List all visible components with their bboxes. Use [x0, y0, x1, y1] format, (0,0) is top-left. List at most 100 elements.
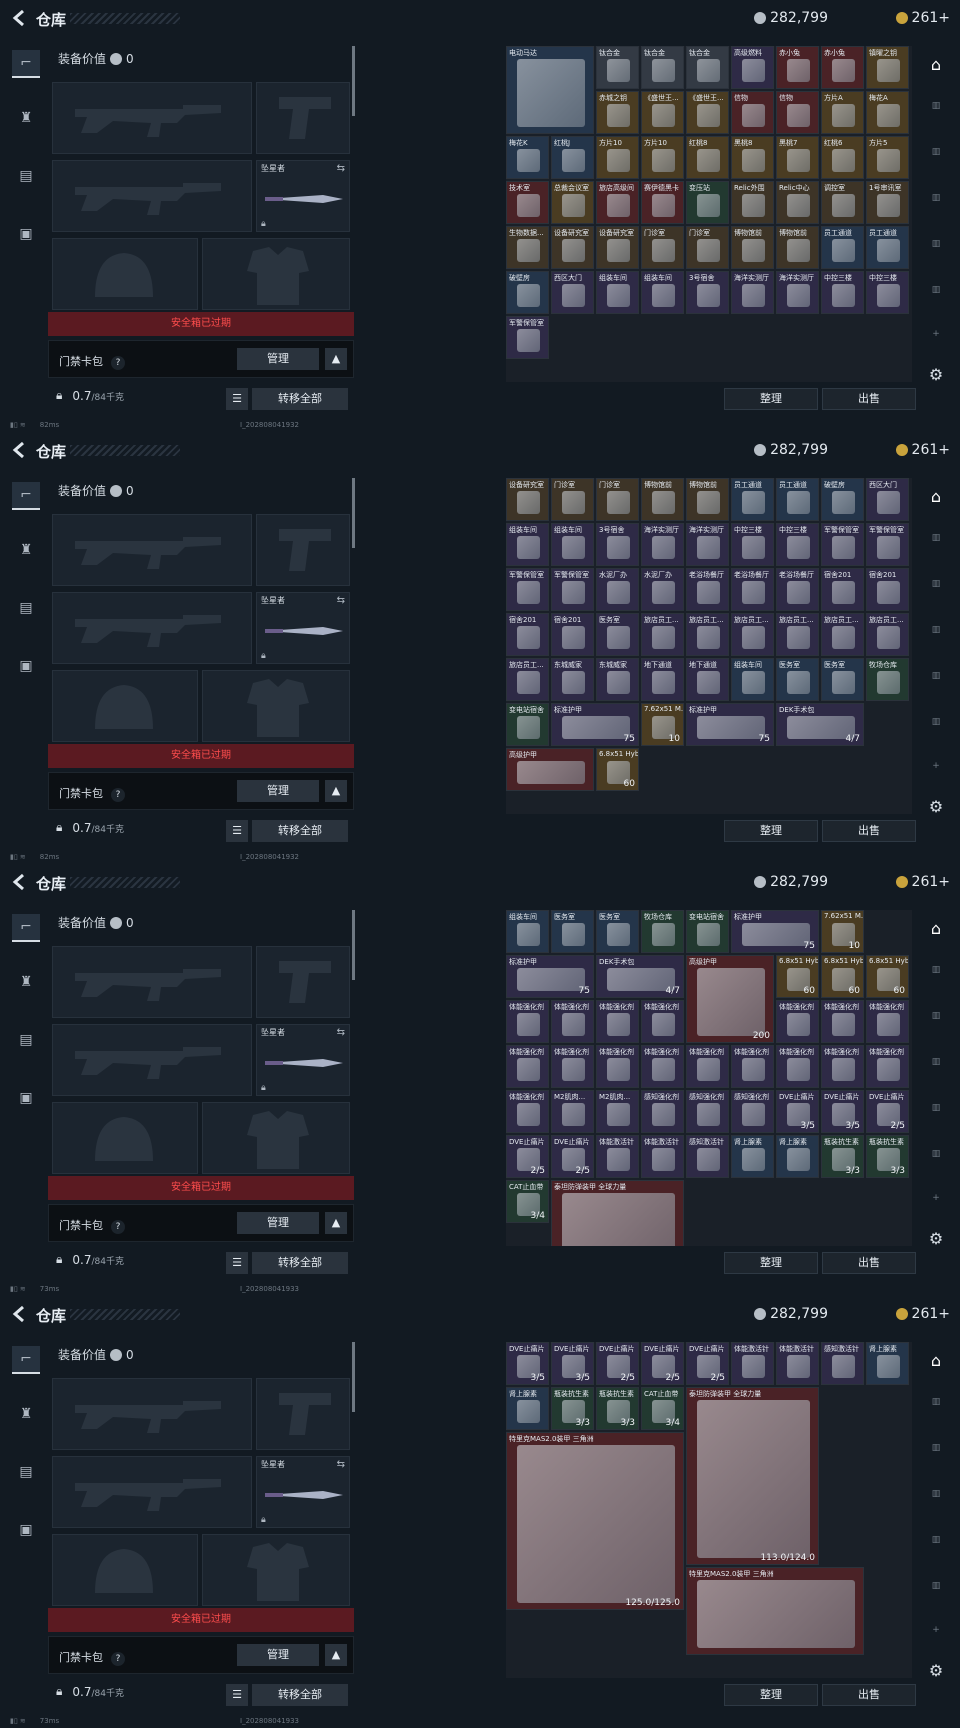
warehouse-item[interactable]: DVE止痛片 3/5 — [821, 1090, 864, 1133]
pistol-slot[interactable] — [256, 946, 350, 1018]
secondary-weapon-slot[interactable] — [52, 160, 252, 232]
help-icon[interactable]: ? — [111, 1220, 125, 1234]
warehouse-item[interactable]: 感知激活针 — [686, 1135, 729, 1178]
collapse-chevron-icon[interactable]: ▲ — [325, 348, 347, 370]
warehouse-item[interactable]: Relic外围 — [731, 181, 774, 224]
warehouse-item[interactable]: 肾上腺素 — [776, 1135, 819, 1178]
list-view-icon[interactable]: ☰ — [226, 388, 248, 410]
add-tab-icon[interactable]: + — [922, 752, 950, 780]
swap-icon[interactable]: ⇆ — [337, 1459, 345, 1470]
clipboard-icon[interactable]: ▤ — [12, 162, 40, 190]
warehouse-item[interactable]: 体能强化剂 — [776, 1000, 819, 1043]
warehouse-item[interactable]: 生物数据... — [506, 226, 549, 269]
warehouse-item[interactable]: 体能激活针 — [776, 1342, 819, 1385]
warehouse-icon[interactable]: ⌂ — [922, 1346, 950, 1374]
warehouse-item[interactable]: 军警保管室 — [821, 523, 864, 566]
warehouse-item[interactable]: 医务室 — [776, 658, 819, 701]
collapse-chevron-icon[interactable]: ▲ — [325, 1212, 347, 1234]
briefcase-icon[interactable]: ▣ — [12, 1516, 40, 1544]
warehouse-item[interactable]: 赤小兔 — [776, 46, 819, 89]
melee-slot[interactable]: 坠星者 ⇆ 🔒︎ — [256, 592, 350, 664]
warehouse-item[interactable]: 组装车间 — [731, 658, 774, 701]
warehouse-item[interactable]: 老浴场餐厅 — [731, 568, 774, 611]
swap-icon[interactable]: ⇆ — [337, 595, 345, 606]
warehouse-item[interactable]: 博物馆前 — [686, 478, 729, 521]
safebox-expired-banner[interactable]: 安全箱已过期 — [48, 744, 354, 768]
warehouse-item[interactable]: 门诊室 — [551, 478, 594, 521]
helmet-icon[interactable]: ♜ — [12, 536, 40, 564]
warehouse-item[interactable]: 员工通道 — [776, 478, 819, 521]
warehouse-item[interactable]: 旅店员工... — [821, 613, 864, 656]
secondary-weapon-slot[interactable] — [52, 1024, 252, 1096]
warehouse-item[interactable]: 镇曜之钥 — [866, 46, 909, 89]
warehouse-item[interactable]: 黑桃8 — [731, 136, 774, 179]
warehouse-item[interactable]: 东城威家 — [596, 658, 639, 701]
storage-tab-icon[interactable]: ▥ — [922, 138, 950, 166]
sort-button[interactable]: 整理 — [724, 1252, 818, 1274]
warehouse-icon[interactable]: ⌂ — [922, 914, 950, 942]
warehouse-item[interactable]: Relic中心 — [776, 181, 819, 224]
warehouse-item[interactable]: 调控室 — [821, 181, 864, 224]
storage-tab-icon[interactable]: ▥ — [922, 230, 950, 258]
sell-button[interactable]: 出售 — [822, 1684, 916, 1706]
warehouse-item[interactable]: 瓶装抗生素 3/3 — [596, 1387, 639, 1430]
settings-gear-icon[interactable]: ⚙ — [922, 1656, 950, 1684]
warehouse-item[interactable]: 瓶装抗生素 3/3 — [821, 1135, 864, 1178]
warehouse-item[interactable]: 体能强化剂 — [551, 1045, 594, 1088]
warehouse-item[interactable]: 宿舍201 — [821, 568, 864, 611]
warehouse-item[interactable]: 总裁会议室 — [551, 181, 594, 224]
warehouse-item[interactable]: 梅花K — [506, 136, 549, 179]
warehouse-item[interactable]: 中控三楼 — [866, 271, 909, 314]
warehouse-item[interactable]: 军警保管室 — [506, 316, 549, 359]
warehouse-item[interactable]: 红桃8 — [686, 136, 729, 179]
add-tab-icon[interactable]: + — [922, 320, 950, 348]
swap-icon[interactable]: ⇆ — [337, 1027, 345, 1038]
helmet-icon[interactable]: ♜ — [12, 968, 40, 996]
warehouse-item[interactable]: 特里克MAS2.0装甲 三角洲 125.0/125.0 — [506, 1432, 684, 1610]
helmet-slot[interactable] — [52, 1534, 198, 1606]
warehouse-item[interactable]: 体能强化剂 — [506, 1000, 549, 1043]
warehouse-item[interactable]: 体能强化剂 — [866, 1000, 909, 1043]
warehouse-item[interactable]: 体能强化剂 — [776, 1045, 819, 1088]
warehouse-item[interactable]: 感知强化剂 — [731, 1090, 774, 1133]
warehouse-item[interactable]: 医务室 — [551, 910, 594, 953]
secondary-weapon-slot[interactable] — [52, 1456, 252, 1528]
warehouse-item[interactable]: 牧场仓库 — [641, 910, 684, 953]
loadout-scrollbar[interactable] — [352, 478, 355, 548]
warehouse-item[interactable]: DVE止痛片 3/5 — [776, 1090, 819, 1133]
warehouse-item[interactable]: 中控三楼 — [821, 271, 864, 314]
warehouse-item[interactable]: 赛伊德黑卡 — [641, 181, 684, 224]
primary-weapon-slot[interactable] — [52, 946, 252, 1018]
warehouse-item[interactable]: 旅店员工... — [776, 613, 819, 656]
melee-slot[interactable]: 坠星者 ⇆ 🔒︎ — [256, 1456, 350, 1528]
warehouse-item[interactable]: 老浴场餐厅 — [776, 568, 819, 611]
helmet-slot[interactable] — [52, 670, 198, 742]
helmet-slot[interactable] — [52, 1102, 198, 1174]
help-icon[interactable]: ? — [111, 356, 125, 370]
warehouse-item[interactable]: M2肌肉... — [551, 1090, 594, 1133]
warehouse-item[interactable]: 旅店员工... — [641, 613, 684, 656]
warehouse-item[interactable]: 组装车间 — [506, 910, 549, 953]
add-tab-icon[interactable]: + — [922, 1616, 950, 1644]
warehouse-item[interactable]: 地下通道 — [686, 658, 729, 701]
warehouse-item[interactable]: 体能强化剂 — [641, 1000, 684, 1043]
warehouse-item[interactable]: 中控三楼 — [776, 523, 819, 566]
sell-button[interactable]: 出售 — [822, 1252, 916, 1274]
warehouse-item[interactable]: DVE止痛片 2/5 — [551, 1135, 594, 1178]
warehouse-item[interactable]: 组装车间 — [596, 271, 639, 314]
melee-slot[interactable]: 坠星者 ⇆ 🔒︎ — [256, 160, 350, 232]
manage-button[interactable]: 管理 — [237, 780, 319, 802]
list-view-icon[interactable]: ☰ — [226, 1684, 248, 1706]
gold-currency[interactable]: 261+ — [895, 10, 950, 26]
back-arrow-icon[interactable] — [10, 1304, 30, 1324]
warehouse-item[interactable]: DVE止痛片 3/5 — [551, 1342, 594, 1385]
storage-tab-icon[interactable]: ▥ — [922, 1094, 950, 1122]
warehouse-item[interactable]: 海洋实测厅 — [731, 271, 774, 314]
warehouse-item[interactable]: 组装车间 — [551, 523, 594, 566]
melee-slot[interactable]: 坠星者 ⇆ 🔒︎ — [256, 1024, 350, 1096]
warehouse-item[interactable]: 体能强化剂 — [821, 1000, 864, 1043]
warehouse-item[interactable]: 3号宿舍 — [686, 271, 729, 314]
warehouse-item[interactable]: 感知强化剂 — [641, 1090, 684, 1133]
warehouse-item[interactable]: 体能强化剂 — [506, 1090, 549, 1133]
warehouse-item[interactable]: 信物 — [731, 91, 774, 134]
